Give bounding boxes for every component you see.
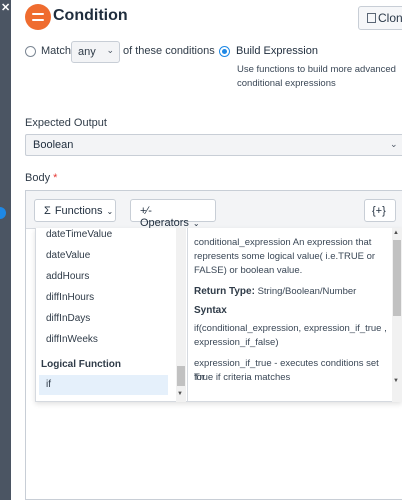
- expected-output-label: Expected Output: [25, 117, 107, 129]
- doc-scrollbar[interactable]: ▲ ▼: [392, 228, 402, 402]
- clone-button[interactable]: Clon: [358, 6, 402, 30]
- functions-button[interactable]: Σ Functions ⌄: [34, 199, 116, 222]
- operators-button[interactable]: +∕-Operators ⌄: [130, 199, 216, 229]
- body-label-text: Body: [25, 172, 51, 184]
- left-panel-strip: ✕: [0, 0, 11, 500]
- insert-variable-button[interactable]: {+}: [364, 199, 396, 222]
- build-expression-radio[interactable]: [219, 46, 230, 57]
- body-label: Body *: [25, 172, 57, 184]
- function-item-if[interactable]: if: [39, 375, 168, 395]
- doc-line: represents some logical value( i.e.TRUE …: [194, 251, 376, 262]
- function-item-datevalue[interactable]: dateValue: [46, 250, 90, 261]
- expected-output-value: Boolean: [33, 139, 74, 151]
- plus-minus-icon: +∕-: [140, 205, 152, 217]
- doc-line: conditional_expression An expression tha…: [194, 237, 372, 248]
- copy-icon: [367, 13, 376, 23]
- insert-variable-label: {+}: [372, 205, 386, 217]
- editor-toolbar: Σ Functions ⌄ +∕-Operators ⌄ {+}: [26, 191, 402, 229]
- required-mark: *: [53, 172, 58, 184]
- page-title: Condition: [53, 7, 128, 24]
- syntax-heading: Syntax: [194, 305, 227, 316]
- function-item-diffindays[interactable]: diffInDays: [46, 313, 90, 324]
- chevron-down-icon: ⌄: [106, 45, 114, 55]
- return-type-value: String/Boolean/Number: [257, 286, 357, 297]
- syntax-line: if(conditional_expression, expression_if…: [194, 323, 387, 334]
- scroll-up-icon[interactable]: ▲: [393, 230, 399, 236]
- panel-handle[interactable]: [0, 207, 6, 219]
- syntax-line: expression_if_false): [194, 337, 279, 348]
- chevron-down-icon: ⌄: [192, 219, 200, 228]
- functions-label: Functions: [54, 205, 103, 217]
- scroll-down-icon[interactable]: ▼: [393, 378, 399, 384]
- build-expression-desc-1: Use functions to build more advanced: [237, 64, 396, 75]
- match-radio[interactable]: [25, 46, 36, 57]
- scroll-down-icon[interactable]: ▼: [177, 391, 183, 397]
- close-icon[interactable]: ✕: [1, 1, 10, 14]
- function-group-heading: Logical Function: [41, 359, 121, 370]
- functions-dropdown: dateTimeValue dateValue addHours diffInH…: [35, 228, 402, 402]
- build-expression-label: Build Expression: [236, 45, 318, 57]
- function-doc-panel: conditional_expression An expression tha…: [194, 228, 392, 402]
- match-label: Match: [41, 45, 71, 57]
- match-suffix: of these conditions: [123, 45, 215, 57]
- function-item-datetimevalue[interactable]: dateTimeValue: [46, 229, 112, 240]
- build-expression-desc-2: conditional expressions: [237, 78, 336, 89]
- function-list-scrollbar[interactable]: ▼: [176, 228, 186, 402]
- condition-icon: [25, 4, 51, 30]
- doc-line: FALSE) or boolean value.: [194, 265, 303, 276]
- clone-label: Clon: [378, 11, 402, 25]
- chevron-down-icon: ⌄: [390, 139, 398, 149]
- header: Condition: [11, 0, 402, 34]
- function-item-diffinhours[interactable]: diffInHours: [46, 292, 94, 303]
- doc-desc-line: True if criteria matches: [194, 372, 291, 383]
- chevron-down-icon: ⌄: [106, 207, 114, 216]
- return-type-label: Return Type:: [194, 286, 255, 297]
- match-mode-select[interactable]: any ⌄: [71, 41, 120, 63]
- function-item-addhours[interactable]: addHours: [46, 271, 89, 282]
- scroll-thumb[interactable]: [177, 366, 185, 386]
- sigma-icon: Σ: [44, 205, 51, 217]
- match-mode-value: any: [78, 46, 96, 58]
- expected-output-select[interactable]: Boolean ⌄: [25, 134, 402, 156]
- function-list: dateTimeValue dateValue addHours diffInH…: [36, 228, 188, 402]
- function-item-diffinweeks[interactable]: diffInWeeks: [46, 334, 98, 345]
- scroll-thumb[interactable]: [393, 240, 401, 316]
